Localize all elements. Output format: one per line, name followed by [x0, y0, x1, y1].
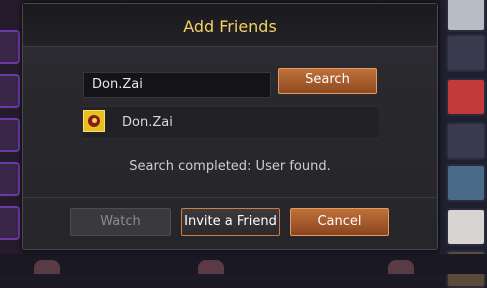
background-blob	[198, 260, 224, 274]
background-tile	[0, 118, 20, 152]
result-username: Don.Zai	[122, 115, 173, 130]
invite-friend-button[interactable]: Invite a Friend	[181, 208, 280, 236]
add-friends-dialog: Add Friends Don.Zai Search Don.Zai Searc…	[22, 3, 438, 250]
search-result-row[interactable]: Don.Zai	[83, 106, 379, 139]
search-input[interactable]: Don.Zai	[83, 72, 271, 98]
background-bottom-strip	[0, 254, 487, 274]
background-tile	[446, 78, 486, 116]
background-blob	[388, 260, 414, 274]
dialog-title-bar: Add Friends	[23, 4, 437, 47]
search-button[interactable]: Search	[278, 68, 377, 94]
background-tile	[446, 164, 486, 202]
divider	[23, 197, 437, 198]
guild-emblem-icon	[83, 110, 105, 132]
background-tile	[0, 30, 20, 64]
cancel-button[interactable]: Cancel	[290, 208, 389, 236]
dialog-title: Add Friends	[183, 17, 277, 36]
background-blob	[34, 260, 60, 274]
search-status-text: Search completed: User found.	[129, 159, 331, 174]
background-right-tiles	[440, 0, 487, 288]
background-left-tiles	[0, 0, 22, 274]
background-tile	[446, 34, 486, 72]
background-tile	[0, 206, 20, 240]
background-tile	[0, 162, 20, 196]
background-tile	[446, 122, 486, 160]
background-tile	[446, 208, 486, 246]
watch-button[interactable]: Watch	[70, 208, 171, 236]
background-tile	[0, 74, 20, 108]
background-tile	[446, 0, 486, 32]
